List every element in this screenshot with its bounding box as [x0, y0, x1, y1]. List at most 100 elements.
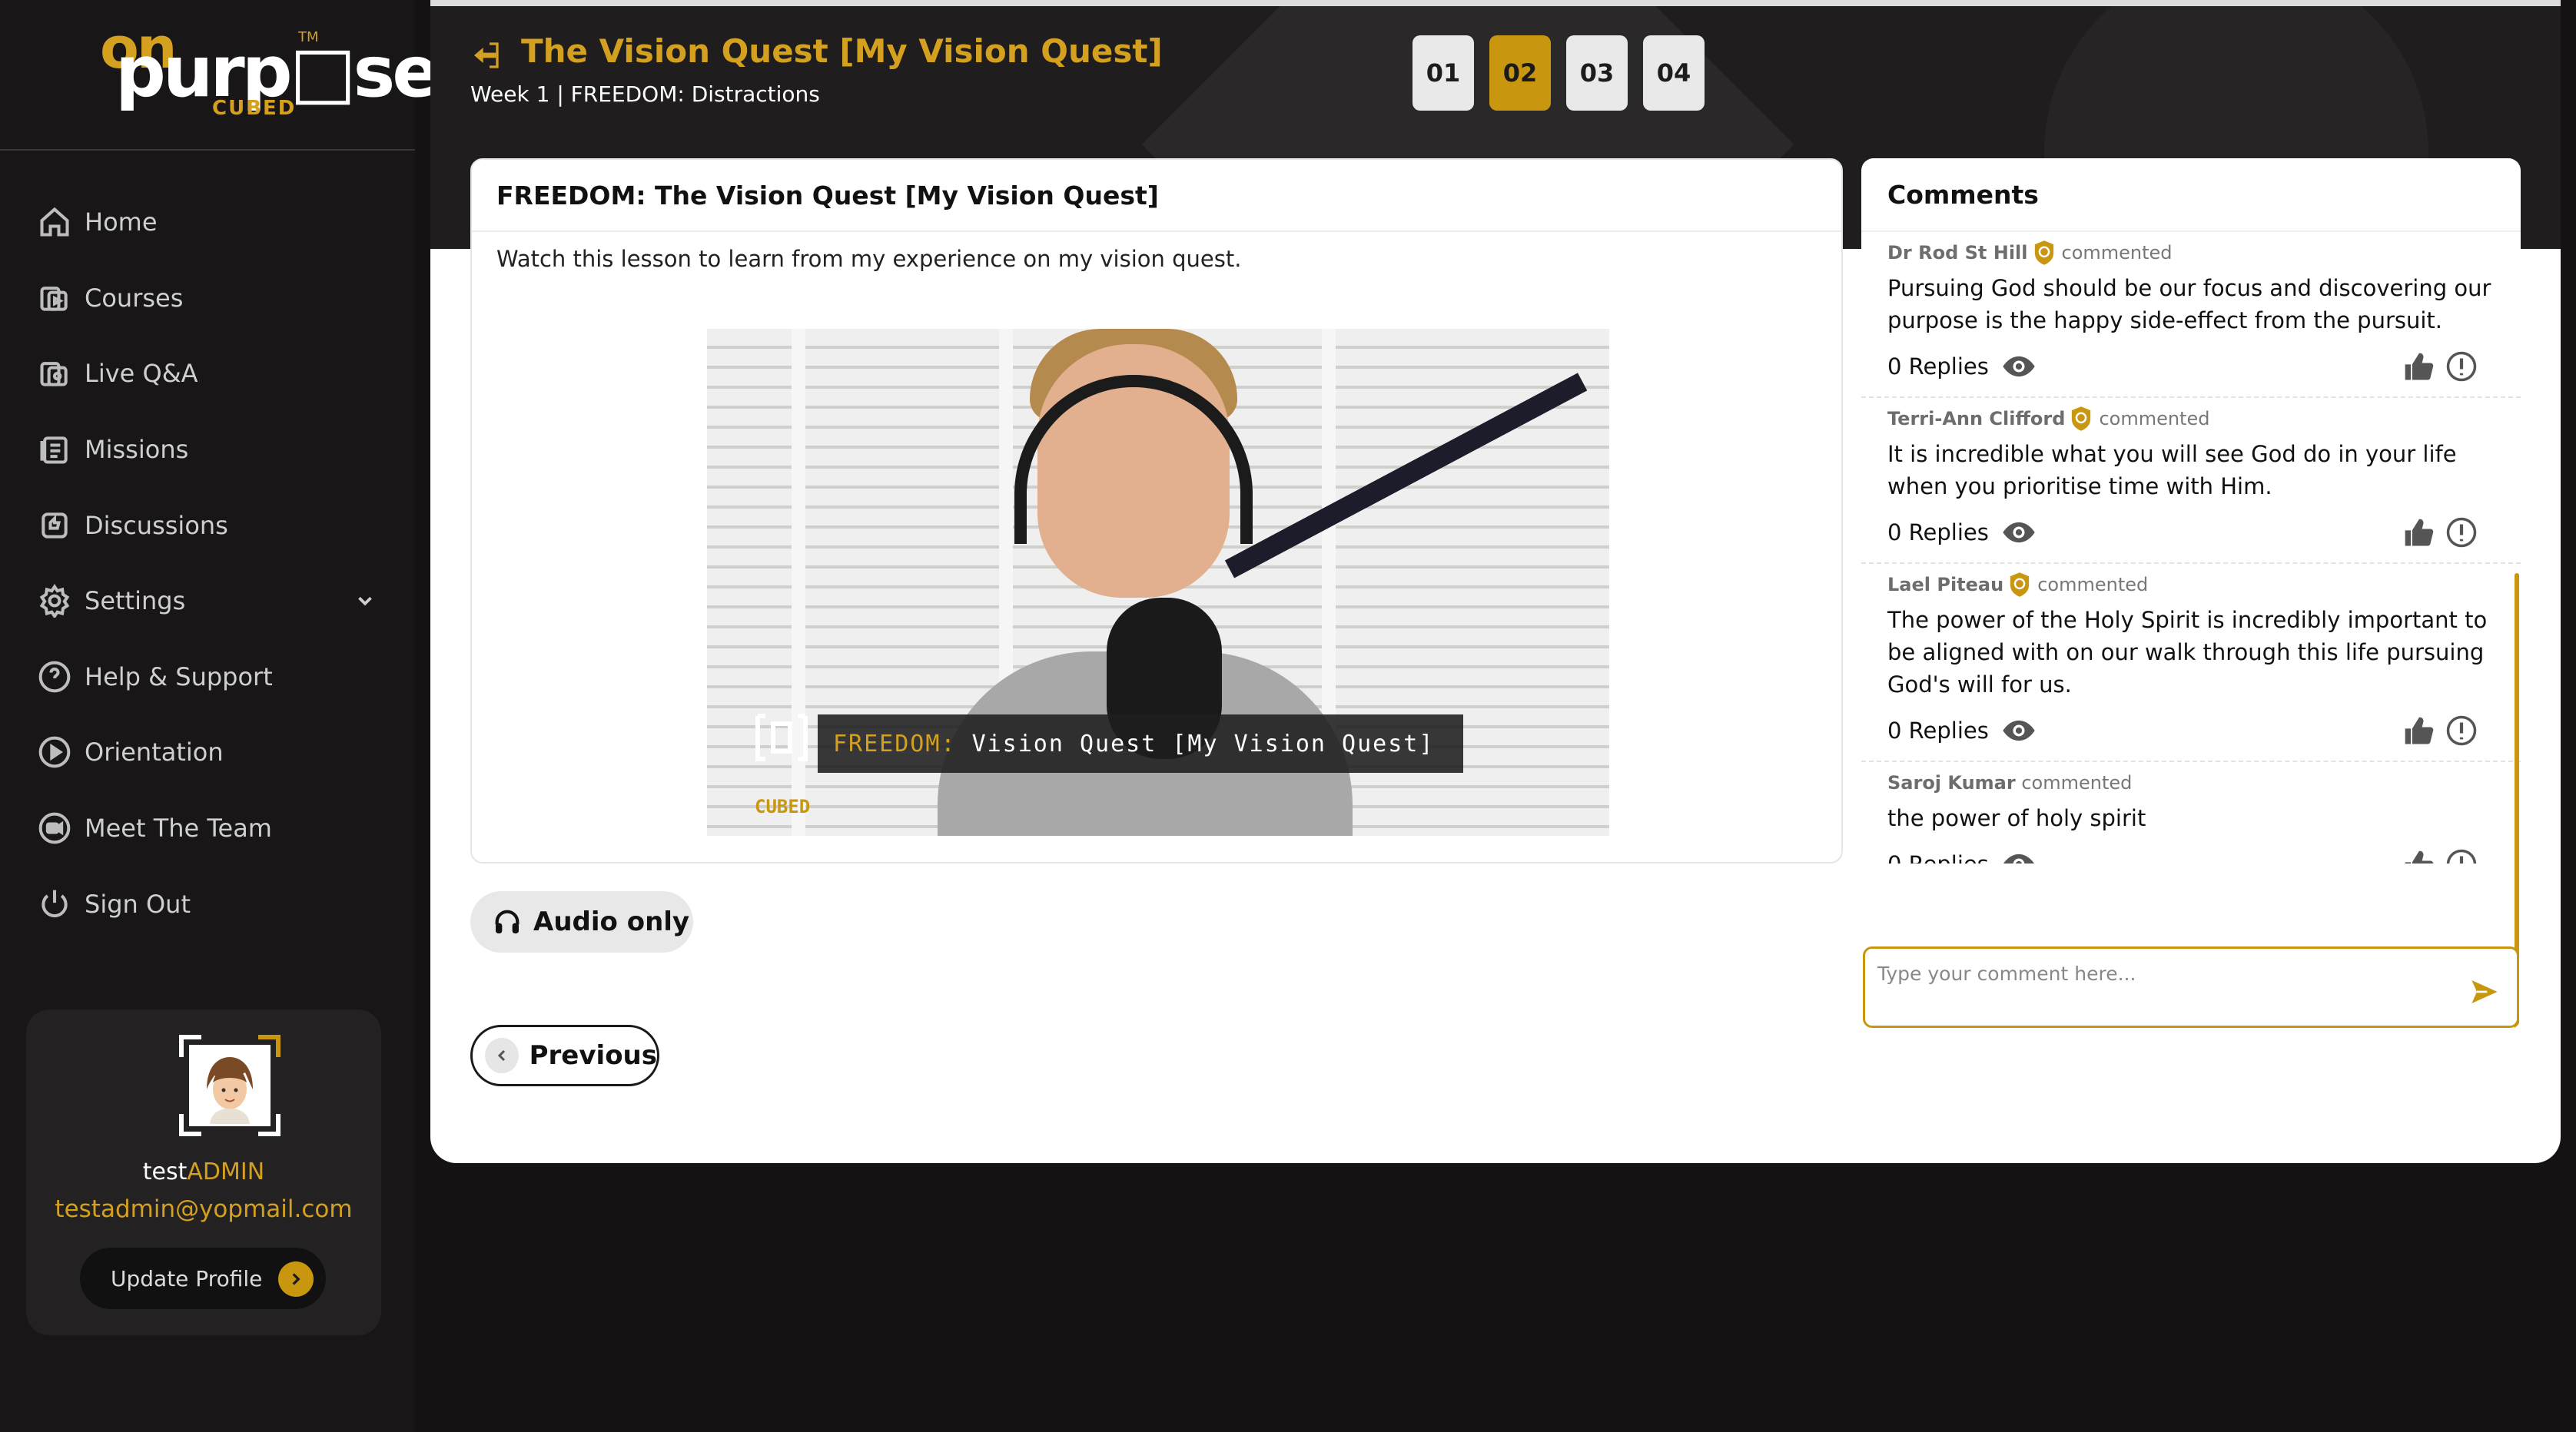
app-root: on purp□se CUBED TM Home Courses Live Q&… — [0, 0, 2576, 1432]
send-icon[interactable] — [2469, 976, 2500, 1007]
sidebar-item-courses[interactable]: Courses — [0, 260, 415, 336]
eye-icon[interactable] — [2001, 853, 2037, 864]
comment-author[interactable]: Terri-Ann Clifford — [1887, 408, 2065, 429]
replies-count[interactable]: 0 Replies — [1887, 519, 1989, 545]
sidebar: on purp□se CUBED TM Home Courses Live Q&… — [0, 0, 440, 1432]
replies-count[interactable]: 0 Replies — [1887, 718, 1989, 744]
comment-text: The power of the Holy Spirit is incredib… — [1887, 607, 2488, 698]
update-profile-label: Update Profile — [111, 1265, 263, 1291]
sidebar-item-label: Sign Out — [85, 889, 191, 919]
brand-logo[interactable]: on purp□se CUBED TM — [0, 0, 440, 151]
sidebar-item-label: Help & Support — [85, 661, 273, 691]
audio-only-button[interactable]: Audio only — [470, 891, 693, 953]
lesson-title: FREEDOM: The Vision Quest [My Vision Que… — [472, 160, 1841, 232]
discussions-icon — [37, 508, 72, 543]
missions-icon — [37, 432, 72, 467]
sidebar-item-discussions[interactable]: Discussions — [0, 487, 415, 563]
thumbs-up-icon[interactable] — [2402, 350, 2436, 384]
avatar — [178, 1034, 281, 1137]
replies-count[interactable]: 0 Replies — [1887, 851, 1989, 864]
audio-only-label: Audio only — [533, 907, 690, 937]
help-icon — [37, 659, 72, 694]
report-icon[interactable] — [2445, 714, 2478, 747]
eye-icon[interactable] — [2001, 719, 2037, 742]
thumbs-up-icon[interactable] — [2402, 848, 2436, 864]
headphones-icon — [495, 910, 520, 933]
previous-button[interactable]: Previous — [470, 1025, 659, 1086]
comments-list[interactable]: Dr Rod St Hill commented Pursuing God sh… — [1861, 232, 2521, 864]
sidebar-item-missions[interactable]: Missions — [0, 412, 415, 488]
user-name: testADMIN — [26, 1159, 381, 1185]
comment-item: Lael Piteau commented The power of the H… — [1861, 564, 2521, 762]
thumbs-up-icon[interactable] — [2402, 714, 2436, 748]
video-caption-key: FREEDOM: — [833, 730, 957, 757]
sidebar-item-settings[interactable]: Settings — [0, 563, 415, 639]
chevron-down-icon[interactable] — [354, 589, 377, 612]
video-player[interactable]: FREEDOM: Vision Quest [My Vision Quest] … — [707, 329, 1609, 836]
comment-author[interactable]: Dr Rod St Hill — [1887, 242, 2028, 264]
sidebar-item-label: Courses — [85, 283, 184, 313]
comment-author[interactable]: Lael Piteau — [1887, 574, 2003, 595]
sidebar-item-label: Discussions — [85, 510, 228, 540]
comment-author[interactable]: Saroj Kumar — [1887, 772, 2016, 794]
sidebar-item-live-qa[interactable]: Live Q&A — [0, 336, 415, 412]
comment-text: Pursuing God should be our focus and dis… — [1887, 275, 2491, 333]
sidebar-item-home[interactable]: Home — [0, 184, 415, 260]
report-icon[interactable] — [2445, 350, 2478, 383]
back-arrow-icon[interactable] — [470, 40, 501, 71]
user-name-second: ADMIN — [187, 1159, 265, 1185]
sidebar-nav: Home Courses Live Q&A Missions Discussio… — [0, 184, 415, 942]
chevron-right-icon — [278, 1261, 314, 1297]
previous-label: Previous — [529, 1040, 657, 1071]
video-caption: FREEDOM: Vision Quest [My Vision Quest] — [818, 714, 1463, 773]
comment-input-box — [1863, 946, 2519, 1028]
home-icon — [37, 204, 72, 240]
lesson-card: FREEDOM: The Vision Quest [My Vision Que… — [470, 158, 1843, 864]
eye-icon[interactable] — [2001, 521, 2037, 544]
step-02[interactable]: 02 — [1489, 35, 1551, 111]
lesson-step-nav: 01 02 03 04 — [1412, 35, 1705, 111]
comment-item: Saroj Kumar commented the power of holy … — [1861, 762, 2521, 864]
comments-title: Comments — [1861, 158, 2521, 232]
comment-item: Dr Rod St Hill commented Pursuing God sh… — [1861, 232, 2521, 398]
sidebar-item-label: Settings — [85, 586, 186, 616]
eye-icon[interactable] — [2001, 355, 2037, 378]
comments-panel: Comments Dr Rod St Hill commented Pursui… — [1861, 158, 2521, 1029]
update-profile-button[interactable]: Update Profile — [80, 1248, 326, 1309]
verified-badge-icon — [2072, 406, 2091, 431]
chevron-left-icon — [485, 1038, 519, 1073]
sidebar-item-orientation[interactable]: Orientation — [0, 714, 415, 791]
video-watermark-text: CUBED — [755, 796, 811, 817]
sidebar-item-help[interactable]: Help & Support — [0, 639, 415, 715]
video-caption-text: Vision Quest [My Vision Quest] — [971, 730, 1435, 757]
step-04[interactable]: 04 — [1643, 35, 1705, 111]
profile-card: testADMIN testadmin@yopmail.com Update P… — [26, 1009, 381, 1335]
sidebar-item-label: Meet The Team — [85, 814, 272, 844]
lesson-description: Watch this lesson to learn from my exper… — [496, 246, 1242, 272]
step-01[interactable]: 01 — [1412, 35, 1474, 111]
comment-item: Terri-Ann Clifford commented It is incre… — [1861, 398, 2521, 564]
sidebar-item-label: Missions — [85, 435, 189, 465]
sidebar-item-meet-the-team[interactable]: Meet The Team — [0, 791, 415, 867]
step-03[interactable]: 03 — [1566, 35, 1628, 111]
sidebar-item-sign-out[interactable]: Sign Out — [0, 866, 415, 942]
comment-input[interactable] — [1877, 958, 2446, 989]
comment-action: commented — [2037, 574, 2149, 595]
video-icon — [37, 810, 72, 846]
sidebar-item-label: Live Q&A — [85, 359, 198, 389]
replies-count[interactable]: 0 Replies — [1887, 353, 1989, 380]
comment-text: It is incredible what you will see God d… — [1887, 441, 2457, 499]
sidebar-item-label: Orientation — [85, 738, 224, 767]
courses-icon — [37, 280, 72, 316]
page-title: The Vision Quest [My Vision Quest] — [521, 32, 1163, 70]
thumbs-up-icon[interactable] — [2402, 516, 2436, 550]
comment-action: commented — [2021, 772, 2133, 794]
avatar-photo — [189, 1045, 271, 1126]
play-circle-icon — [37, 734, 72, 770]
report-icon[interactable] — [2445, 848, 2478, 864]
breadcrumb: Week 1 | FREEDOM: Distractions — [470, 81, 820, 107]
verified-badge-icon — [2010, 572, 2030, 597]
comment-action: commented — [2061, 242, 2173, 264]
report-icon[interactable] — [2445, 516, 2478, 549]
comment-text: the power of holy spirit — [1887, 805, 2146, 831]
